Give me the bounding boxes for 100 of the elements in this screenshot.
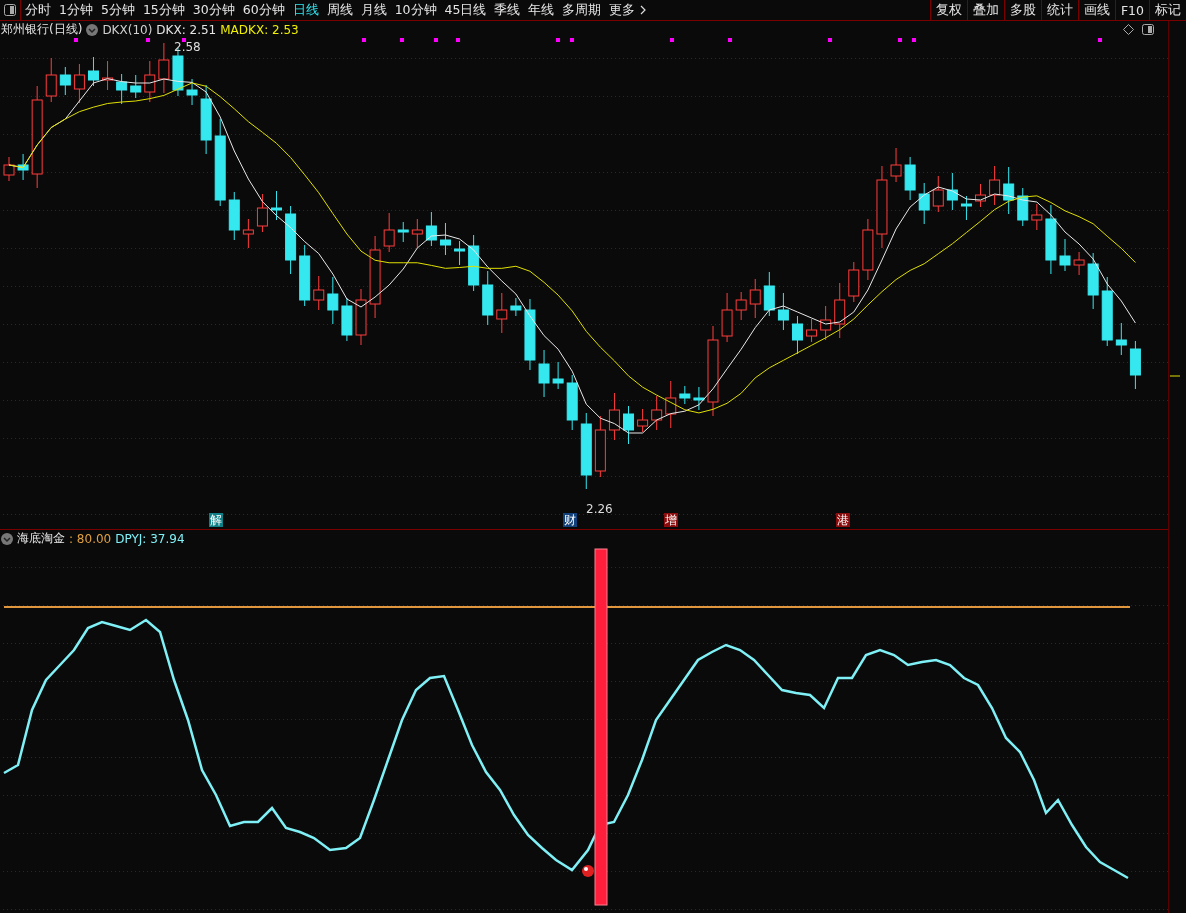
candlestick [721, 292, 733, 343]
candlestick [327, 276, 339, 325]
more-tab[interactable]: 更多 [605, 0, 640, 20]
period-tab[interactable]: 30分钟 [188, 0, 239, 20]
candlestick [285, 205, 297, 275]
period-tab[interactable]: 分时 [21, 0, 55, 20]
candlestick [397, 221, 409, 243]
candlestick [777, 292, 789, 331]
candlestick [17, 153, 29, 181]
period-tab[interactable]: 5分钟 [96, 0, 139, 20]
candlestick [538, 349, 550, 398]
period-tab[interactable]: 15分钟 [138, 0, 189, 20]
panel-icon[interactable] [1142, 24, 1154, 35]
candlestick [693, 386, 705, 411]
period-tab[interactable]: 月线 [356, 0, 391, 20]
candlestick [341, 297, 353, 342]
candlestick [1017, 187, 1029, 227]
price-label: 2.58 [174, 40, 201, 54]
candlestick [130, 74, 142, 99]
period-tab[interactable]: 60分钟 [238, 0, 289, 20]
candlestick [552, 361, 564, 390]
candlestick [242, 218, 254, 249]
candlestick [594, 415, 606, 478]
period-tab[interactable]: 周线 [322, 0, 357, 20]
candlestick [425, 211, 437, 247]
toolbar-button[interactable]: 多股 [1003, 0, 1041, 20]
candlestick [116, 73, 128, 105]
candlestick [158, 42, 170, 94]
candlestick [735, 291, 747, 321]
candlestick [482, 270, 494, 326]
indicator-name: DKX(10) [102, 22, 153, 37]
period-tab[interactable]: 季线 [490, 0, 525, 20]
event-marker[interactable]: 解 [209, 513, 223, 527]
candlestick [3, 156, 15, 182]
period-tab[interactable]: 45日线 [440, 0, 491, 20]
indicator-value: DPYJ: 37.94 [115, 531, 185, 546]
candlestick [454, 240, 466, 266]
candlestick [468, 234, 480, 292]
candlestick [73, 63, 85, 104]
signal-ball-icon [582, 865, 594, 877]
candlestick [566, 374, 578, 431]
candlestick [1087, 252, 1099, 310]
candlestick [932, 175, 944, 213]
candlestick [890, 147, 902, 183]
period-tab[interactable]: 1分钟 [55, 0, 97, 20]
candlestick [496, 292, 508, 334]
chart-title: 郑州银行(日线) [1, 21, 83, 38]
indicator-value: DKX: 2.51 [156, 22, 217, 37]
toolbar-button[interactable]: 标记 [1149, 0, 1186, 20]
event-marker[interactable]: 港 [836, 513, 850, 527]
candlestick [637, 408, 649, 433]
toolbar-button[interactable]: F10 [1114, 0, 1149, 20]
period-tab[interactable]: 10分钟 [390, 0, 441, 20]
candlestick [806, 318, 818, 343]
event-marker[interactable]: 财 [563, 513, 577, 527]
candlestick [1101, 276, 1113, 347]
candlestick [355, 288, 367, 346]
candlestick [256, 193, 268, 233]
candlestick [440, 222, 451, 256]
candlestick [960, 195, 972, 221]
candlestick [411, 218, 423, 249]
candlestick [144, 60, 156, 103]
candlestick [1073, 251, 1085, 276]
diamond-icon[interactable] [1123, 24, 1134, 35]
toolbar-button[interactable]: 统计 [1040, 0, 1078, 20]
indicator-name: 海底淘金 [17, 530, 65, 547]
toolbar-button[interactable]: 叠加 [966, 0, 1004, 20]
chevron-down-icon[interactable] [1, 532, 13, 545]
candlestick [665, 380, 677, 429]
chevron-down-icon[interactable] [86, 23, 99, 36]
candlestick [510, 297, 522, 317]
period-tab[interactable]: 多周期 [558, 0, 606, 20]
candlestick [848, 261, 860, 303]
candlestick [271, 190, 282, 221]
candlestick [313, 275, 325, 311]
candlestick [918, 182, 930, 225]
candlestick [749, 278, 761, 319]
period-tab[interactable]: 日线 [288, 0, 323, 20]
candlestick [1031, 203, 1043, 231]
candlestick [946, 172, 958, 211]
event-marker[interactable]: 增 [664, 513, 678, 527]
candlestick [59, 66, 71, 96]
candlestick [651, 395, 663, 431]
candlestick [608, 392, 620, 441]
toolbar-button[interactable]: 复权 [929, 0, 967, 20]
candlestick [975, 183, 986, 208]
period-tab[interactable]: 年线 [524, 0, 559, 20]
candlestick [1115, 322, 1127, 356]
candlestick [1059, 238, 1071, 272]
price-marker [1169, 375, 1181, 377]
panel-icon[interactable] [4, 4, 16, 16]
candlestick [200, 84, 212, 155]
candlestick [904, 156, 916, 201]
candlestick [989, 165, 1001, 206]
candlestick [1003, 166, 1015, 215]
candlestick [1045, 204, 1057, 275]
toolbar-button[interactable]: 画线 [1077, 0, 1115, 20]
candlestick [1129, 340, 1141, 390]
candlestick [623, 405, 634, 445]
indicator-value: MADKX: 2.53 [220, 22, 299, 37]
